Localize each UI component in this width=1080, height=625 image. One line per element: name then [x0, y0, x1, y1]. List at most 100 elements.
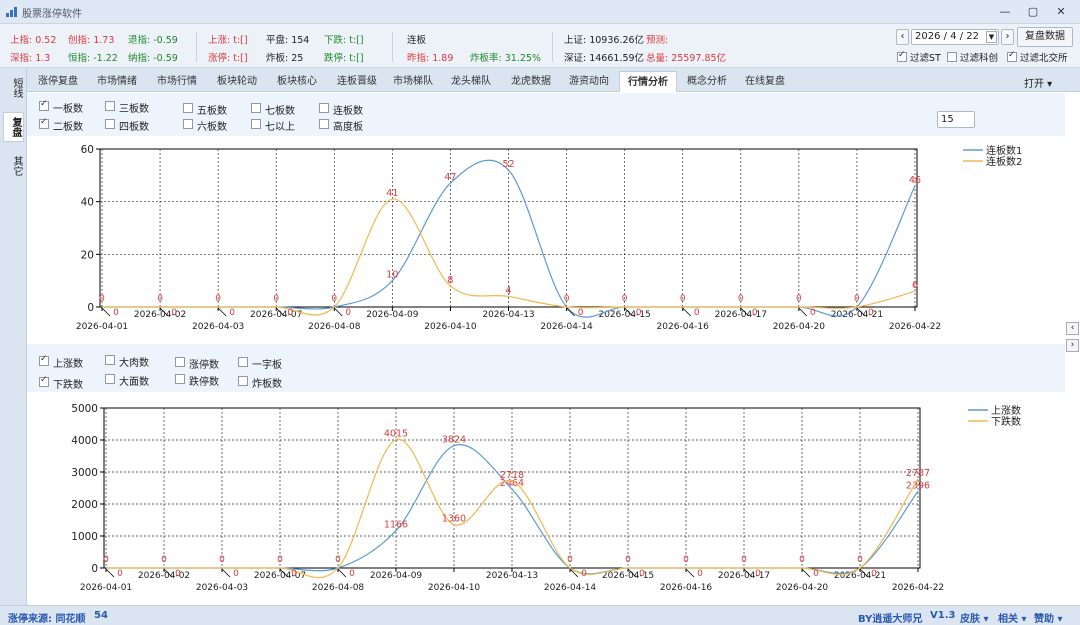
data-label: 2718 [500, 470, 524, 481]
yu-ce: 预测: [646, 35, 669, 46]
open-menu[interactable]: 打开 ▾ [1024, 75, 1052, 90]
minimize-icon[interactable]: — [996, 3, 1014, 20]
legend-label: 连板数1 [986, 144, 1022, 157]
next-date-button[interactable]: › [1001, 29, 1014, 45]
opt-zhabanshu-checkbox[interactable] [238, 376, 248, 386]
data-label: 4015 [384, 429, 408, 440]
y-tick-label: 5000 [71, 403, 98, 415]
maximize-icon[interactable]: ▢ [1024, 3, 1042, 20]
data-label: 0 [813, 569, 819, 579]
side-tab-qita[interactable]: 其它 [3, 152, 24, 180]
data-label: 2787 [906, 468, 930, 479]
data-label: 0 [799, 555, 805, 565]
data-label: 0 [345, 308, 351, 318]
side-tab-fupan[interactable]: 复盘 [3, 112, 24, 142]
tab-longhu-shuju[interactable]: 龙虎数据 [501, 71, 561, 92]
filter-kc-checkbox[interactable] [947, 52, 957, 62]
tui-zhi: 退指: -0.59 [128, 35, 178, 46]
shang-zhi: 上指: 0.52 [10, 35, 57, 46]
tab-hangqing-fenxi[interactable]: 行情分析 [619, 71, 677, 92]
data-label: 0 [564, 294, 570, 304]
data-label: 2396 [906, 480, 930, 491]
tab-longtou-tidui[interactable]: 龙头梯队 [441, 71, 501, 92]
donate-menu[interactable]: 赞助 ▾ [1034, 610, 1063, 625]
opt-liubanshu-checkbox[interactable] [183, 119, 193, 129]
tab-bankuai-lundong[interactable]: 板块轮动 [207, 71, 267, 92]
y-tick-label: 0 [87, 302, 94, 314]
y-tick-label: 60 [81, 144, 94, 156]
opt-xiadieshu-checkbox[interactable] [39, 375, 49, 387]
tab-shichang-qingxu[interactable]: 市场情绪 [87, 71, 147, 92]
app-icon [6, 7, 18, 17]
tab-lianban-jinji[interactable]: 连板晋级 [327, 71, 387, 92]
data-label: 0 [854, 294, 860, 304]
opt-wubanshu-checkbox[interactable] [183, 103, 193, 113]
related-menu-label: 相关 [998, 614, 1018, 625]
days-input[interactable]: 15 [937, 111, 975, 128]
label-pointer [798, 307, 808, 317]
tab-gainian-fenxi[interactable]: 概念分析 [677, 71, 737, 92]
label-pointer [217, 307, 227, 317]
opt-qiyishang-checkbox[interactable] [251, 119, 261, 129]
filter-st-checkbox[interactable] [897, 50, 907, 62]
lianban-chart: 02040602026-04-012026-04-022026-04-03202… [76, 144, 1023, 332]
opt-shangzhangshu-checkbox[interactable] [39, 354, 49, 366]
chevron-left-icon[interactable]: ‹ [1066, 322, 1079, 335]
data-label: 0 [796, 294, 802, 304]
opt-sanbanshu-checkbox[interactable] [105, 101, 115, 111]
data-label: 0 [683, 555, 689, 565]
label-pointer [105, 568, 115, 578]
tab-zaixian-fupan[interactable]: 在线复盘 [735, 71, 795, 92]
x-tick-label: 2026-04-03 [192, 322, 244, 332]
opt-damianshu-checkbox[interactable] [105, 374, 115, 384]
data-label: 0 [215, 294, 221, 304]
opt-dietingshu-checkbox[interactable] [175, 374, 185, 384]
zha-ban: 炸板: 25 [266, 53, 304, 64]
data-label: 0 [636, 308, 642, 318]
tab-bankuai-hexin[interactable]: 板块核心 [267, 71, 327, 92]
market-info-bar: 上指: 0.52 创指: 1.73 退指: -0.59 深指: 1.3 恒指: … [0, 24, 1080, 68]
opt-sibanshu-checkbox[interactable] [105, 119, 115, 129]
opt-qibanshu-checkbox[interactable] [251, 103, 261, 113]
y-tick-label: 1000 [71, 531, 98, 543]
tab-shichang-tidui[interactable]: 市场梯队 [383, 71, 443, 92]
tab-youzi-dongxiang[interactable]: 游资动向 [559, 71, 619, 92]
label-pointer [566, 307, 575, 317]
data-label: 0 [697, 569, 703, 579]
data-label: 8 [447, 275, 453, 286]
prev-date-button[interactable]: ‹ [896, 29, 909, 45]
data-label: 1166 [384, 520, 408, 531]
chevron-down-icon[interactable]: ▼ [986, 31, 997, 43]
data-label: 0 [103, 555, 109, 565]
chevron-right-icon[interactable]: › [1066, 339, 1079, 352]
label-pointer [337, 568, 347, 578]
data-label: 0 [578, 308, 584, 318]
die-ting: 跌停: t:[] [324, 53, 364, 64]
data-label: 0 [273, 294, 279, 304]
filter-bj-checkbox[interactable] [1007, 50, 1017, 62]
date-picker[interactable]: 2026 / 4 / 22 ▼ [911, 29, 999, 45]
tab-shichang-hangqing[interactable]: 市场行情 [147, 71, 207, 92]
related-menu[interactable]: 相关 ▾ [998, 610, 1027, 625]
opt-daroushu-checkbox[interactable] [105, 355, 115, 365]
skin-menu[interactable]: 皮肤 ▾ [960, 610, 989, 625]
filter-kc-label: 过滤科创 [960, 53, 999, 64]
opt-zhangtingshu-checkbox[interactable] [175, 357, 185, 367]
status-source: 涨停来源: 同花顺 [8, 614, 86, 625]
opt-yiziban-checkbox[interactable] [238, 357, 248, 367]
open-menu-label: 打开 [1024, 79, 1044, 90]
chuang-zhi: 创指: 1.73 [68, 35, 115, 46]
data-label: 0 [171, 308, 177, 318]
opt-lianbanshu-checkbox[interactable] [319, 103, 329, 113]
side-tab-duanxian[interactable]: 短线 [3, 74, 24, 102]
x-tick-label: 2026-04-22 [892, 583, 944, 593]
data-label: 0 [694, 308, 700, 318]
replay-button[interactable]: 复盘数据 [1017, 27, 1073, 47]
close-icon[interactable]: ✕ [1052, 3, 1070, 20]
data-label: 0 [625, 555, 631, 565]
opt-erbanshu-checkbox[interactable] [39, 117, 49, 129]
tab-zhangting-fupan[interactable]: 涨停复盘 [29, 71, 87, 92]
opt-gaoduban-checkbox[interactable] [319, 119, 329, 129]
data-label: 10 [386, 270, 398, 281]
opt-yibanshu-checkbox[interactable] [39, 99, 49, 111]
